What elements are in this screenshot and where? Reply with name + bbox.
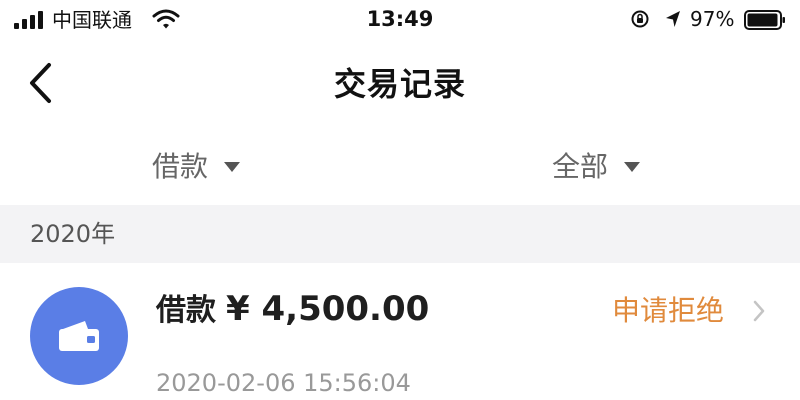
type-filter-dropdown[interactable]: 借款 xyxy=(152,145,241,189)
filter-bar: 借款 全部 xyxy=(0,135,800,200)
transaction-row[interactable]: 借款 ¥ 4,500.00 申请拒绝 2020-02-06 15:56:04 xyxy=(0,263,800,400)
caret-down-icon xyxy=(624,162,641,172)
transaction-amount: ¥ 4,500.00 xyxy=(226,289,430,329)
caret-down-icon xyxy=(224,162,241,172)
wallet-icon xyxy=(59,321,99,351)
transaction-type: 借款 xyxy=(156,293,216,328)
status-filter-label: 全部 xyxy=(552,150,609,183)
rotation-lock-icon xyxy=(631,10,649,28)
battery-percent: 97% xyxy=(690,7,735,31)
location-arrow-icon xyxy=(666,11,680,27)
type-filter-label: 借款 xyxy=(152,150,209,183)
status-bar: 中国联通 13:49 97% xyxy=(0,0,800,40)
navigation-bar: 交易记录 xyxy=(0,40,800,130)
chevron-right-icon xyxy=(753,300,765,322)
section-title: 2020年 xyxy=(30,220,116,248)
status-filter-dropdown[interactable]: 全部 xyxy=(552,145,641,189)
transaction-avatar xyxy=(30,287,128,385)
year-section-header: 2020年 xyxy=(0,205,800,263)
battery-icon xyxy=(744,10,785,30)
transaction-time: 2020-02-06 15:56:04 xyxy=(156,369,411,397)
transaction-title: 借款 ¥ 4,500.00 xyxy=(156,287,429,333)
page-title: 交易记录 xyxy=(333,65,466,103)
transaction-status: 申请拒绝 xyxy=(612,294,725,327)
